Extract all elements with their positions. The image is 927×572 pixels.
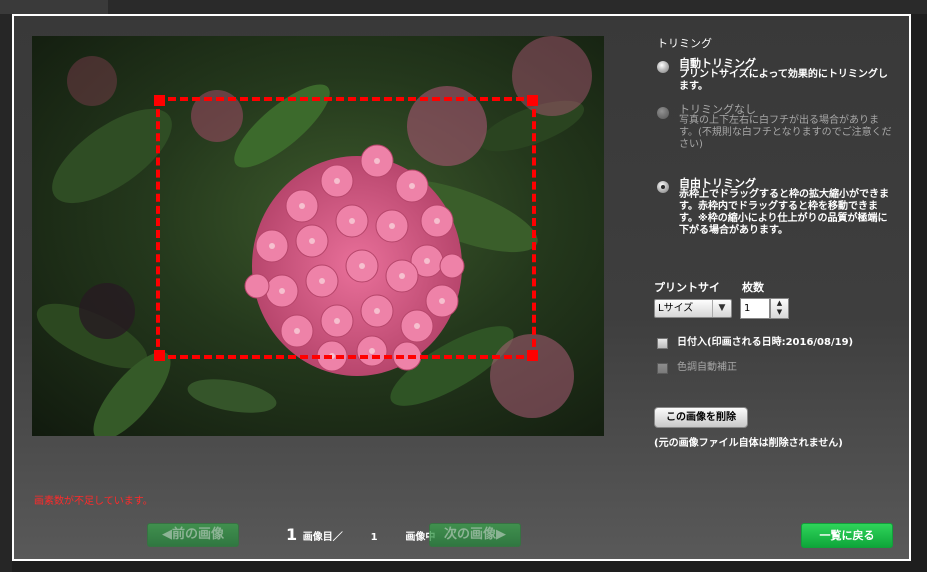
print-count-stepper[interactable]: ▲ ▼	[770, 298, 789, 319]
prev-image-button[interactable]: ◀前の画像	[147, 523, 239, 547]
trim-option-auto[interactable]: 自動トリミング プリントサイズによって効果的にトリミングします。	[657, 58, 893, 94]
date-stamp-checkbox[interactable]	[657, 338, 668, 349]
print-settings: プリントサイ 枚数 Lサイズ ▼ 1 ▲ ▼	[654, 277, 894, 327]
free-trim-desc: 赤枠上でドラッグすると枠の拡大縮小ができます。赤枠内でドラッグすると枠を移動でき…	[679, 189, 889, 236]
trim-frame[interactable]	[154, 95, 538, 361]
auto-trim-desc: プリントサイズによって効果的にトリミングします。	[679, 69, 888, 92]
next-image-button[interactable]: 次の画像▶	[429, 523, 521, 547]
chevron-down-icon[interactable]: ▼	[712, 300, 731, 317]
background-strip	[0, 0, 927, 14]
print-size-select[interactable]: Lサイズ ▼	[654, 299, 732, 318]
stepper-up-icon[interactable]: ▲	[771, 299, 788, 308]
back-to-list-button[interactable]: 一覧に戻る	[801, 523, 893, 548]
current-image-number: 1	[286, 525, 298, 544]
print-size-value: Lサイズ	[658, 303, 694, 314]
delete-image-button[interactable]: この画像を削除	[654, 407, 748, 428]
trimming-dialog: トリミング 自動トリミング プリントサイズによって効果的にトリミングします。 ト…	[12, 14, 911, 561]
stepper-down-icon[interactable]: ▼	[771, 308, 788, 317]
radio-no-trim[interactable]	[657, 107, 669, 119]
photo-preview	[32, 36, 604, 436]
trim-option-none[interactable]: トリミングなし 写真の上下左右に白フチが出る場合があります。(不規則な白フチとな…	[657, 104, 893, 164]
trim-handle-top-left[interactable]	[154, 95, 165, 106]
current-image-suffix: 画像目／	[302, 532, 343, 543]
print-count-input[interactable]: 1	[740, 298, 770, 319]
print-size-label: プリントサイ	[654, 281, 720, 294]
image-pager: 1 画像目／ 1 画像中	[286, 525, 435, 544]
trim-option-free[interactable]: 自由トリミング 赤枠上でドラッグすると枠の拡大縮小ができます。赤枠内でドラッグす…	[657, 178, 893, 262]
resolution-warning: 画素数が不足しています。	[34, 496, 153, 507]
trim-handle-top-right[interactable]	[527, 95, 538, 106]
color-correction-checkbox[interactable]	[657, 363, 668, 374]
delete-note: (元の画像ファイル自体は削除されません)	[654, 438, 843, 449]
trim-handle-bottom-right[interactable]	[527, 350, 538, 361]
print-count-label: 枚数	[742, 281, 764, 294]
trimming-title: トリミング	[657, 37, 712, 50]
radio-auto-trim[interactable]	[657, 61, 669, 73]
background-left	[0, 14, 12, 572]
total-image-number: 1	[370, 532, 378, 543]
color-correction-label: 色調自動補正	[677, 362, 737, 373]
radio-free-trim[interactable]	[657, 181, 669, 193]
date-stamp-label: 日付入(印画される日時:2016/08/19)	[677, 337, 854, 348]
trim-handle-bottom-left[interactable]	[154, 350, 165, 361]
no-trim-desc: 写真の上下左右に白フチが出る場合があります。(不規則な白フチとなりますのでご注意…	[679, 115, 892, 150]
